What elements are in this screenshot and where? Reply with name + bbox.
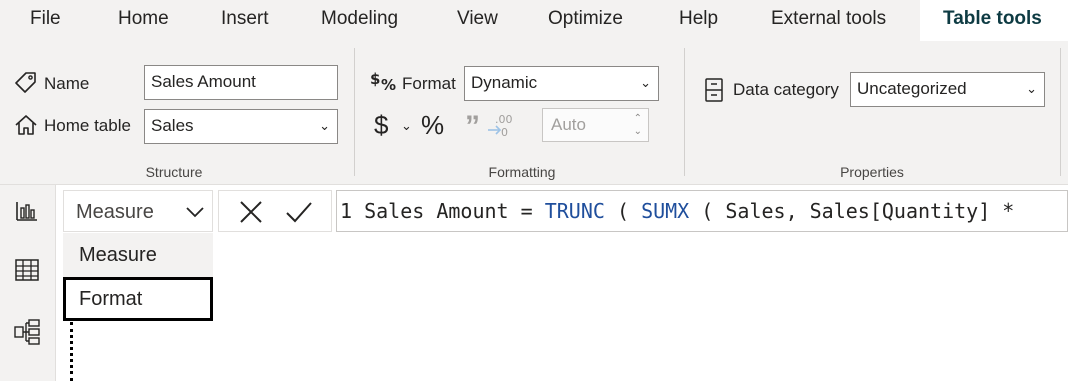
formula-property-value: Measure (76, 201, 154, 223)
menu-insert[interactable]: Insert (221, 0, 269, 41)
formula-keyword-trunc: TRUNC (544, 199, 605, 223)
property-dropdown-list: Measure Format (63, 233, 213, 321)
svg-text:%: % (381, 76, 396, 94)
svg-text:.00: .00 (495, 113, 513, 126)
table-view-icon[interactable] (15, 259, 39, 281)
cancel-icon[interactable] (239, 200, 263, 224)
currency-dropdown-chevron[interactable]: ⌄ (401, 118, 412, 134)
formula-text-end: ( Sales, Sales[Quantity] * (689, 199, 1015, 223)
commit-icon[interactable] (285, 200, 313, 224)
home-icon (15, 115, 37, 135)
dropdown-option-format[interactable]: Format (63, 277, 213, 321)
group-separator (684, 48, 685, 176)
format-select[interactable]: Dynamic ⌄ (464, 66, 659, 101)
dollar-percent-icon: $ % (370, 70, 396, 94)
chevron-down-icon: ⌄ (1026, 81, 1037, 96)
menu-home[interactable]: Home (118, 0, 169, 41)
menu-modeling[interactable]: Modeling (321, 0, 398, 41)
group-separator (354, 48, 355, 176)
home-table-select[interactable]: Sales ⌄ (144, 109, 338, 144)
decimal-icon[interactable]: .00 0 (486, 112, 514, 138)
dropdown-option-measure[interactable]: Measure (63, 233, 213, 277)
percent-icon: % (421, 110, 445, 140)
formula-text-start: Sales Amount = (364, 199, 545, 223)
home-table-value: Sales (151, 116, 194, 135)
home-table-label: Home table (44, 116, 131, 135)
format-label: Format (402, 74, 456, 93)
menu-file[interactable]: File (30, 0, 61, 41)
svg-text:$: $ (370, 70, 380, 88)
formula-editor[interactable]: 1 Sales Amount = TRUNC ( SUMX ( Sales, S… (336, 190, 1068, 232)
formula-keyword-sumx: SUMX (641, 199, 690, 223)
menu-optimize[interactable]: Optimize (548, 0, 623, 41)
currency-button[interactable]: $ (374, 110, 388, 140)
comma-button[interactable]: ” (465, 112, 480, 142)
formatting-group-label: Formatting (488, 164, 556, 180)
menu-table-tools[interactable]: Table tools (920, 0, 1068, 41)
formula-text-mid: ( (604, 199, 642, 223)
name-input[interactable]: Sales Amount (144, 65, 338, 100)
menu-external-tools[interactable]: External tools (771, 0, 886, 41)
svg-text:0: 0 (501, 126, 508, 138)
formula-action-buttons (218, 190, 332, 232)
chevron-down-icon: ⌄ (319, 118, 330, 133)
data-category-value: Uncategorized (857, 79, 967, 98)
menu-bar: File Home Insert Modeling View Optimize … (0, 0, 1068, 41)
data-category-icon (705, 78, 723, 102)
decimal-places-input[interactable]: Auto ⌃ ⌄ (542, 108, 649, 142)
menu-view[interactable]: View (457, 0, 498, 41)
spinner-arrows[interactable]: ⌃ ⌄ (634, 112, 642, 138)
model-view-icon[interactable] (13, 318, 41, 346)
menu-help[interactable]: Help (679, 0, 718, 41)
data-category-select[interactable]: Uncategorized ⌄ (850, 72, 1045, 107)
structure-group-label: Structure (145, 164, 203, 180)
decimal-places-value: Auto (551, 115, 586, 134)
formula-property-select[interactable]: Measure (63, 190, 213, 232)
group-separator (1060, 48, 1061, 176)
formula-line-number: 1 (340, 199, 365, 223)
chevron-down-icon (186, 207, 204, 218)
report-view-icon[interactable] (15, 200, 39, 222)
chevron-down-icon: ⌄ (640, 75, 651, 90)
tag-icon (15, 72, 36, 93)
properties-group-label: Properties (840, 164, 904, 180)
data-category-label: Data category (733, 80, 839, 99)
dollar-icon: $ (374, 110, 389, 140)
percent-button[interactable]: % (421, 110, 444, 140)
name-label: Name (44, 74, 90, 93)
focus-dotted-line (70, 322, 73, 381)
comma-icon: ” (465, 110, 480, 143)
format-value: Dynamic (471, 73, 538, 92)
